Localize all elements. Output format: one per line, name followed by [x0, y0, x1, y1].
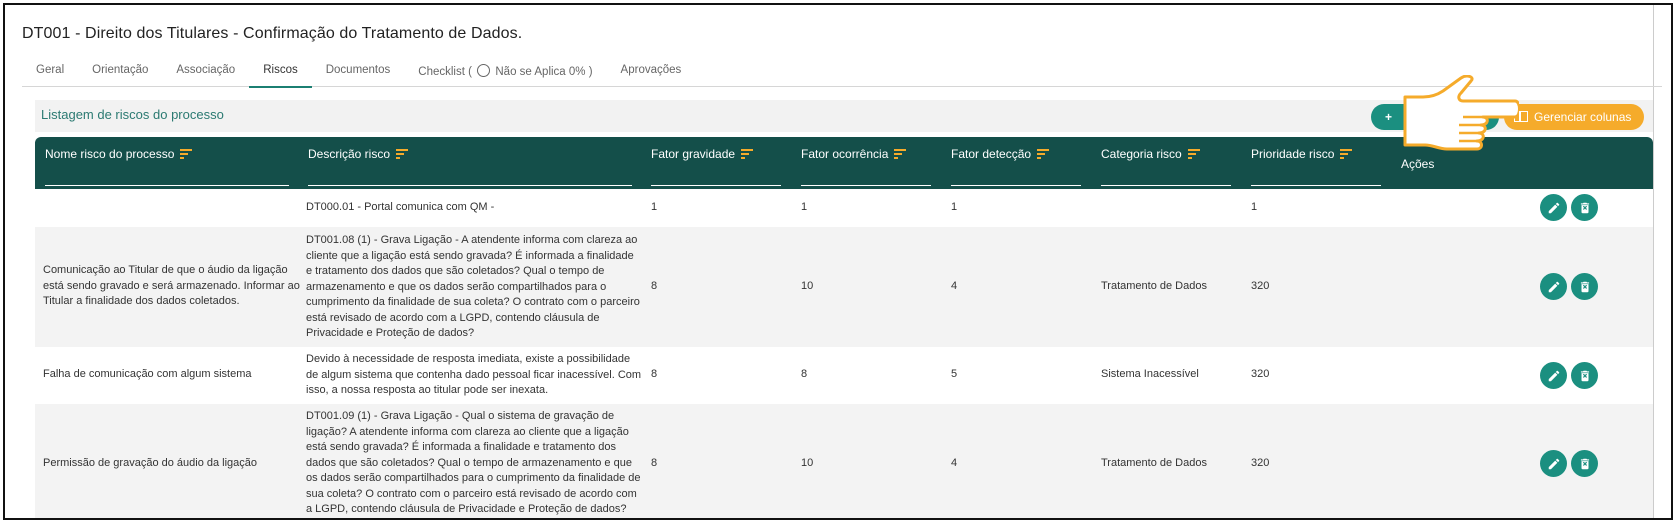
row-actions: [1540, 194, 1598, 221]
delete-button[interactable]: [1571, 362, 1598, 389]
cell-name: Falha de comunicação com algum sistema: [43, 368, 252, 380]
cell-detection: 1: [951, 201, 958, 213]
cell-name: Permissão de gravação do áudio da ligaçã…: [43, 457, 258, 469]
cell-severity: 1: [651, 201, 658, 213]
tab-riscos[interactable]: Riscos: [249, 57, 312, 88]
header-name[interactable]: Nome risco do processo: [45, 147, 193, 161]
header-category[interactable]: Categoria risco: [1101, 147, 1200, 161]
edit-icon: [1548, 458, 1559, 469]
tab-checklist-label: Checklist (: [418, 66, 472, 78]
table-row: Comunicação ao Titular de que o áudio da…: [35, 227, 1653, 347]
cell-category: Sistema Inacessível: [1101, 368, 1199, 380]
cell-category: Tratamento de Dados: [1101, 457, 1207, 469]
cell-priority: 1: [1251, 201, 1258, 213]
row-actions: [1540, 450, 1598, 477]
cell-severity: 8: [651, 368, 658, 380]
tab-checklist-status: Não se Aplica 0% ): [495, 66, 593, 78]
cell-detection: 4: [951, 280, 958, 292]
table-row: Permissão de gravação do áudio da ligaçã…: [35, 404, 1653, 518]
edit-button[interactable]: [1540, 450, 1567, 477]
tab-aprovacoes[interactable]: Aprovações: [607, 57, 696, 87]
sort-icon[interactable]: [396, 149, 409, 159]
pointing-hand-icon: [1403, 75, 1519, 151]
delete-icon: [1580, 281, 1589, 292]
tab-orientacao[interactable]: Orientação: [78, 57, 162, 87]
cell-name: Comunicação ao Titular de que o áudio da…: [43, 264, 300, 307]
edit-button[interactable]: [1540, 194, 1567, 221]
tab-documentos[interactable]: Documentos: [312, 57, 405, 87]
edit-button[interactable]: [1540, 362, 1567, 389]
delete-icon: [1580, 458, 1589, 469]
header-occurrence[interactable]: Fator ocorrência: [801, 147, 907, 161]
sort-icon[interactable]: [180, 149, 193, 159]
header-divider: [1251, 185, 1381, 186]
header-detection-label: Fator detecção: [951, 147, 1032, 161]
cell-occurrence: 8: [801, 368, 808, 380]
header-severity[interactable]: Fator gravidade: [651, 147, 754, 161]
cell-occurrence: 1: [801, 201, 808, 213]
cell-category: Tratamento de Dados: [1101, 280, 1207, 292]
header-detection[interactable]: Fator detecção: [951, 147, 1050, 161]
cell-description: DT001.09 (1) - Grava Ligação - Qual o si…: [306, 410, 641, 515]
edit-button[interactable]: [1540, 273, 1567, 300]
tab-checklist[interactable]: Checklist ( Não se Aplica 0% ): [404, 57, 606, 87]
row-actions: [1540, 362, 1598, 389]
header-divider: [801, 185, 931, 186]
header-severity-label: Fator gravidade: [651, 147, 736, 161]
sort-icon[interactable]: [1187, 149, 1200, 159]
manage-columns-label: Gerenciar colunas: [1534, 110, 1632, 124]
cell-priority: 320: [1251, 368, 1270, 380]
edit-icon: [1548, 281, 1559, 292]
header-priority[interactable]: Prioridade risco: [1251, 147, 1353, 161]
edit-icon: [1548, 370, 1559, 381]
header-divider: [951, 185, 1081, 186]
risks-table: Nome risco do processo Descrição risco F…: [35, 137, 1653, 518]
sort-icon[interactable]: [894, 149, 907, 159]
list-title: Listagem de riscos do processo: [41, 107, 224, 122]
cell-description: DT001.08 (1) - Grava Ligação - A atenden…: [306, 234, 640, 339]
header-divider: [651, 185, 781, 186]
cell-occurrence: 10: [801, 280, 814, 292]
delete-icon: [1580, 202, 1589, 213]
header-divider: [1101, 185, 1231, 186]
sort-icon[interactable]: [741, 149, 754, 159]
header-description[interactable]: Descrição risco: [308, 147, 409, 161]
header-description-label: Descrição risco: [308, 147, 391, 161]
add-label: +: [1385, 110, 1393, 124]
header-divider: [308, 185, 632, 186]
row-actions: [1540, 273, 1598, 300]
table-row: Falha de comunicação com algum sistema D…: [35, 347, 1653, 404]
edit-icon: [1548, 202, 1559, 213]
delete-button[interactable]: [1571, 194, 1598, 221]
cell-priority: 320: [1251, 280, 1270, 292]
cell-description: Devido à necessidade de resposta imediat…: [306, 353, 642, 396]
delete-button[interactable]: [1571, 450, 1598, 477]
sort-icon[interactable]: [1037, 149, 1050, 159]
cell-severity: 8: [651, 280, 658, 292]
tab-geral[interactable]: Geral: [22, 57, 78, 87]
table-row: DT000.01 - Portal comunica com QM - 1 1 …: [35, 189, 1653, 227]
sort-icon[interactable]: [1340, 149, 1353, 159]
cell-occurrence: 10: [801, 457, 814, 469]
cell-detection: 5: [951, 368, 958, 380]
tab-associacao[interactable]: Associação: [162, 57, 249, 87]
header-occurrence-label: Fator ocorrência: [801, 147, 889, 161]
header-actions: Ações: [1401, 157, 1435, 171]
header-divider: [45, 185, 289, 186]
cell-detection: 4: [951, 457, 958, 469]
header-priority-label: Prioridade risco: [1251, 147, 1335, 161]
page-title: DT001 - Direito dos Titulares - Confirma…: [22, 25, 523, 42]
header-category-label: Categoria risco: [1101, 147, 1182, 161]
app-frame: DT001 - Direito dos Titulares - Confirma…: [3, 3, 1673, 520]
cell-description: DT000.01 - Portal comunica com QM -: [306, 201, 495, 213]
delete-button[interactable]: [1571, 273, 1598, 300]
radio-icon[interactable]: [477, 64, 491, 77]
cell-severity: 8: [651, 457, 658, 469]
manage-columns-button[interactable]: Gerenciar colunas: [1504, 104, 1644, 130]
header-name-label: Nome risco do processo: [45, 147, 175, 161]
delete-icon: [1580, 370, 1589, 381]
cell-priority: 320: [1251, 457, 1270, 469]
